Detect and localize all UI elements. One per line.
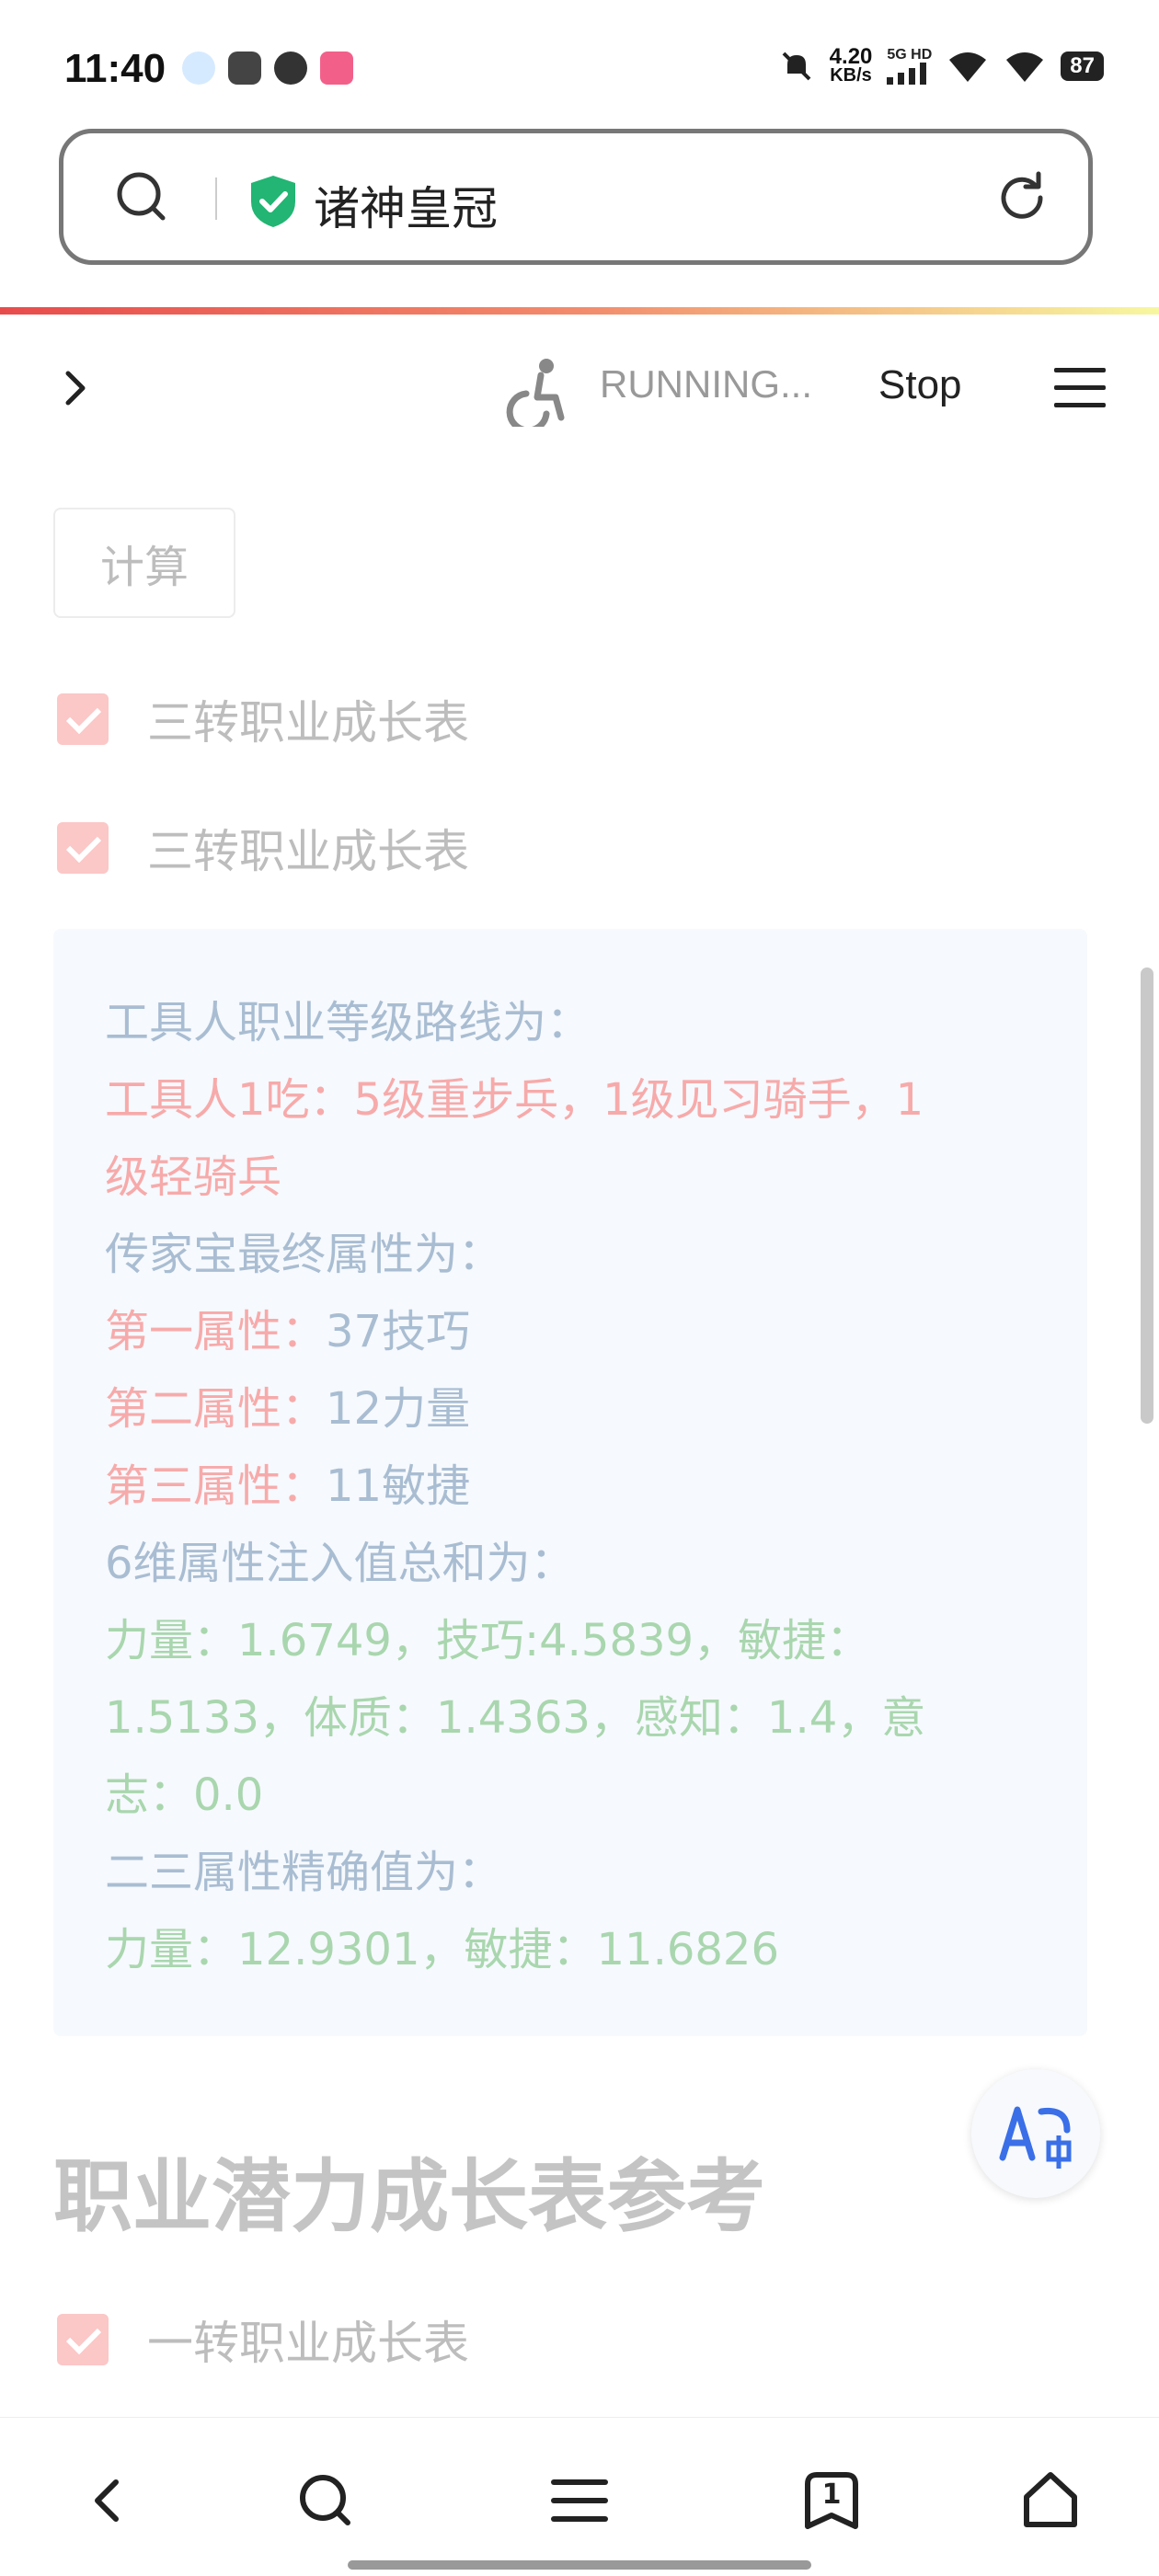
- app-notification-icon: [228, 52, 261, 85]
- signal-strength-icon: 5G HD: [887, 48, 932, 85]
- menu-icon[interactable]: [543, 2464, 616, 2537]
- address-divider: [215, 177, 217, 220]
- attr1-label: 第一属性：: [105, 1306, 327, 1357]
- notification-icons: [182, 52, 353, 85]
- menu-line: [1054, 368, 1106, 372]
- checkbox-checked[interactable]: [57, 2314, 109, 2365]
- address-bar[interactable]: 诸神皇冠: [59, 129, 1093, 265]
- checkbox-checked[interactable]: [57, 693, 109, 745]
- checkbox-label: 三转职业成长表: [147, 825, 469, 878]
- page-toolbar: RUNNING... Stop: [0, 322, 1159, 460]
- bottom-navigation: 1: [0, 2417, 1159, 2576]
- running-status: RUNNING...: [600, 362, 812, 406]
- back-icon[interactable]: [72, 2464, 145, 2537]
- mute-bell-icon: [782, 52, 811, 81]
- precise-line: 力量：12.9301，敏捷：11.6826: [105, 1924, 779, 1975]
- route-value-line: 级轻骑兵: [105, 1151, 282, 1203]
- injection-line: 1.5133，体质：1.4363，感知：1.4，意: [105, 1692, 926, 1744]
- tab-count: 1: [821, 2479, 842, 2511]
- network-speed: 4.20 KB/s: [829, 44, 873, 86]
- heirloom-heading: 传家宝最终属性为：: [105, 1229, 503, 1280]
- battery-indicator: 87: [1061, 52, 1104, 81]
- status-time: 11:40: [64, 46, 166, 91]
- reload-icon[interactable]: [993, 168, 1051, 227]
- page-title[interactable]: 诸神皇冠: [314, 172, 498, 238]
- home-icon[interactable]: [1014, 2464, 1087, 2537]
- network-speed-value: 4.20: [829, 44, 873, 69]
- translate-button[interactable]: [971, 2069, 1100, 2198]
- attr2-label: 第二属性：: [105, 1383, 327, 1435]
- injection-heading: 6维属性注入值总和为：: [105, 1538, 575, 1589]
- scrollbar[interactable]: [1141, 967, 1153, 1424]
- status-indicators: 4.20 KB/s 5G HD 87: [778, 44, 1104, 86]
- search-icon[interactable]: [115, 170, 166, 222]
- route-heading: 工具人职业等级路线为：: [105, 997, 591, 1048]
- page-load-progress: [0, 307, 1159, 315]
- app-notification-icon: [320, 52, 353, 85]
- injection-line: 力量：1.6749，技巧:4.5839，敏捷：: [105, 1615, 871, 1666]
- checkbox-label: 三转职业成长表: [147, 696, 469, 750]
- route-value-line: 工具人1吃：5级重步兵，1级见习骑手，1: [105, 1074, 924, 1126]
- checkbox-row[interactable]: 一转职业成长表: [57, 2307, 469, 2373]
- attr1-line: 第一属性：37技巧: [105, 1293, 1061, 1370]
- network-speed-unit: KB/s: [830, 65, 872, 86]
- status-bar: 11:40 4.20 KB/s 5G HD 87: [0, 0, 1159, 129]
- calculate-button[interactable]: 计算: [53, 508, 235, 618]
- menu-line: [1054, 385, 1106, 390]
- attr3-line: 第三属性：11敏捷: [105, 1448, 1061, 1525]
- shield-check-icon: [251, 176, 295, 227]
- attr1-value: 37技巧: [326, 1306, 471, 1357]
- app-notification-icon: [274, 52, 307, 85]
- stop-button[interactable]: Stop: [878, 362, 962, 408]
- section-heading: 职业潜力成长表参考: [53, 2151, 765, 2243]
- menu-line: [1054, 403, 1106, 407]
- wifi-icon: [949, 52, 987, 82]
- injection-line: 志：0.0: [105, 1769, 264, 1821]
- checkbox-label: 一转职业成长表: [147, 2317, 469, 2370]
- attr3-value: 11敏捷: [326, 1460, 471, 1512]
- app-notification-icon: [182, 52, 215, 85]
- wifi-icon: [1006, 52, 1044, 82]
- tabs-button[interactable]: 1: [795, 2464, 868, 2537]
- hamburger-menu-icon[interactable]: [1054, 368, 1106, 408]
- result-text: 工具人职业等级路线为： 工具人1吃：5级重步兵，1级见习骑手，1 级轻骑兵 传家…: [105, 984, 1061, 1988]
- accessibility-icon[interactable]: [504, 357, 567, 427]
- checkbox-row[interactable]: 三转职业成长表: [57, 686, 469, 752]
- result-panel: 工具人职业等级路线为： 工具人1吃：5级重步兵，1级见习骑手，1 级轻骑兵 传家…: [53, 929, 1087, 2036]
- checkbox-row[interactable]: 三转职业成长表: [57, 815, 469, 881]
- search-icon[interactable]: [289, 2464, 362, 2537]
- chevron-right-icon[interactable]: [57, 366, 94, 410]
- attr2-line: 第二属性：12力量: [105, 1370, 1061, 1448]
- translate-icon: [999, 2106, 1072, 2169]
- checkbox-checked[interactable]: [57, 822, 109, 874]
- attr2-value: 12力量: [326, 1383, 471, 1435]
- home-indicator[interactable]: [348, 2560, 811, 2570]
- precise-heading: 二三属性精确值为：: [105, 1847, 503, 1898]
- signal-label: 5G HD: [887, 47, 933, 63]
- attr3-label: 第三属性：: [105, 1460, 327, 1512]
